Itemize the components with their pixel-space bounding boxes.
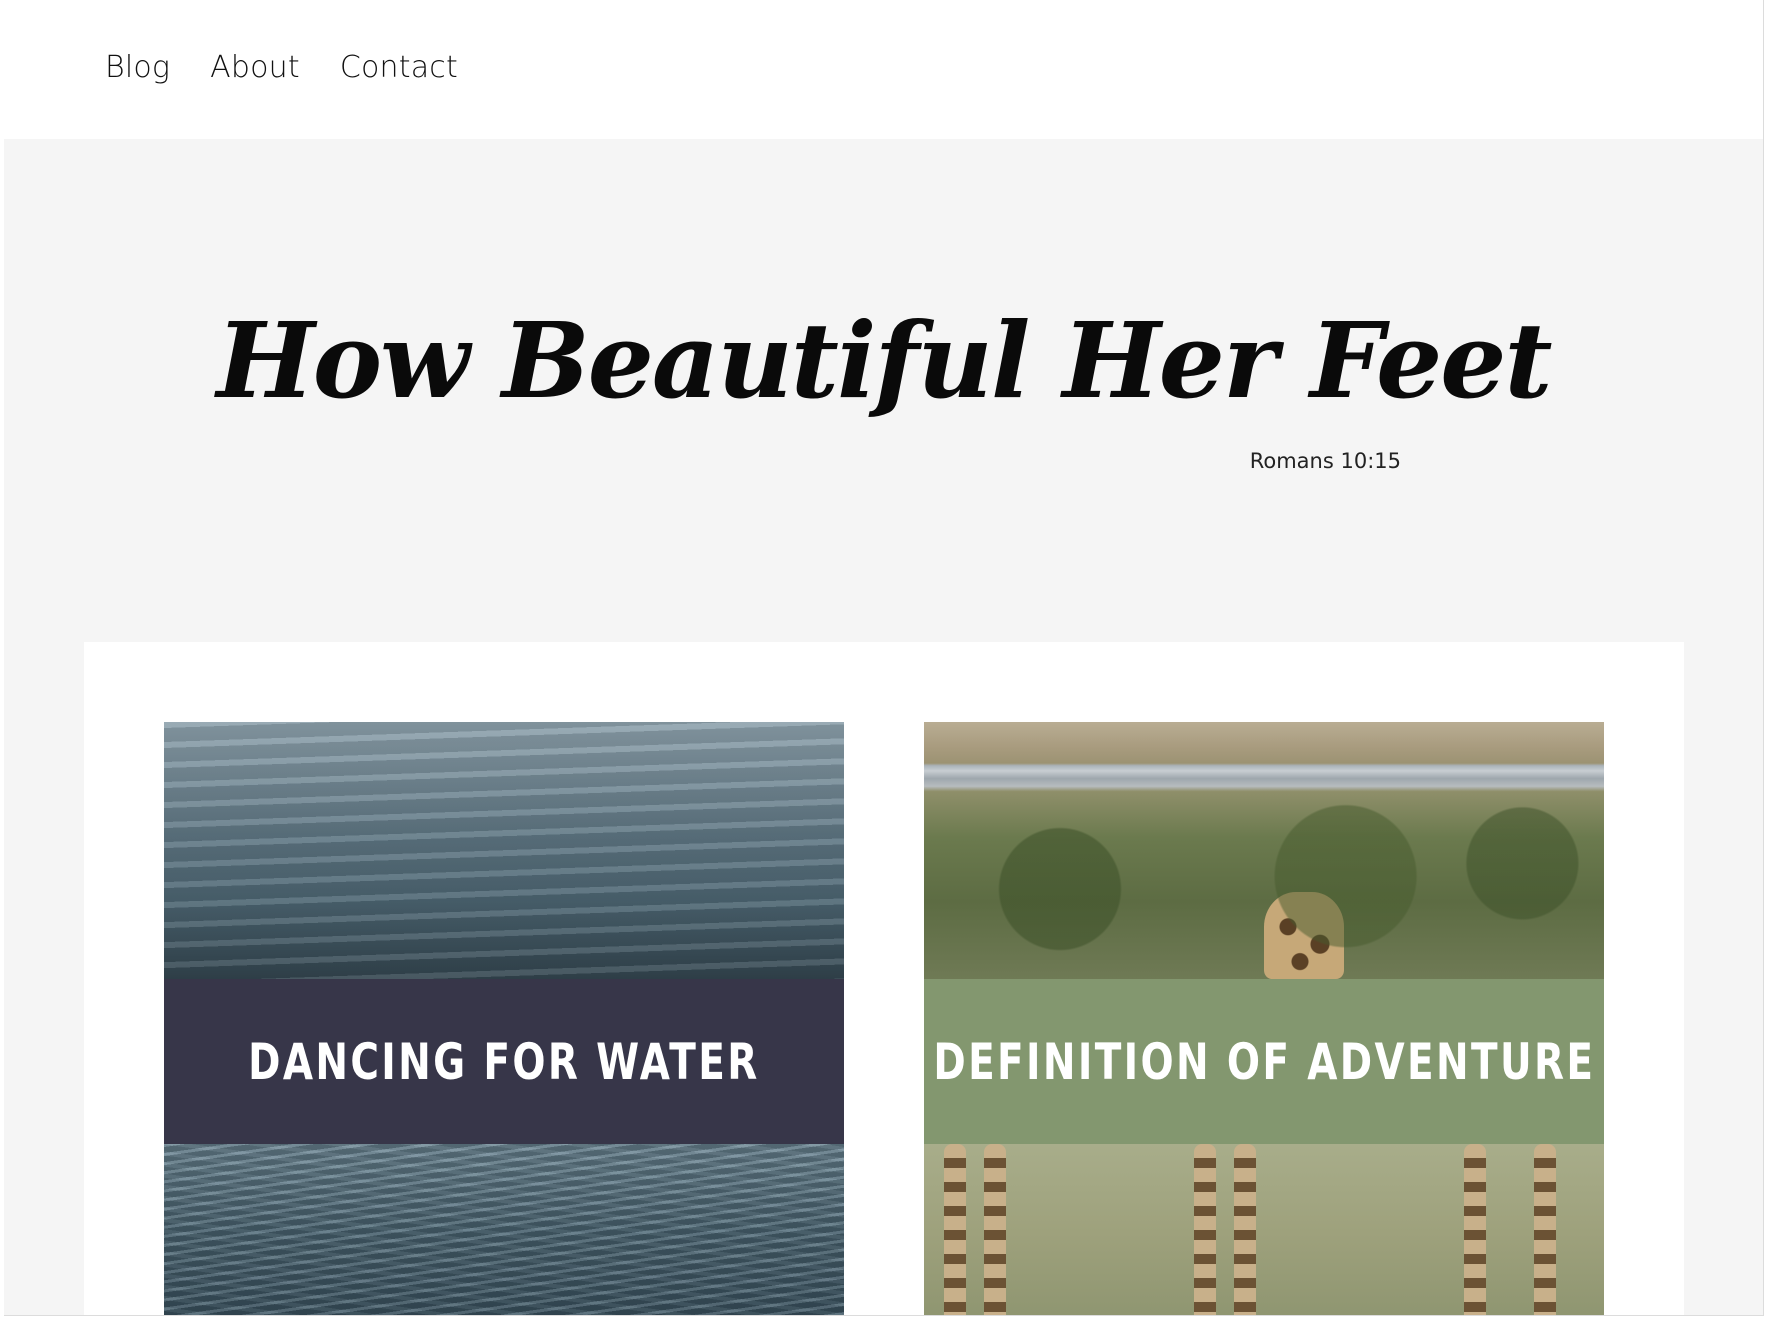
post-title[interactable]: DANCING FOR WATER bbox=[248, 1033, 759, 1091]
site-title[interactable]: How Beautiful Her Feet bbox=[4, 309, 1763, 413]
giraffe-leg-image bbox=[1534, 1144, 1556, 1315]
nav-link-about[interactable]: About bbox=[210, 50, 300, 85]
post-title-banner: DEFINITION OF ADVENTURE bbox=[924, 979, 1604, 1144]
giraffe-leg-image bbox=[944, 1144, 966, 1315]
site-header: Blog About Contact bbox=[4, 0, 1763, 139]
post-title[interactable]: DEFINITION OF ADVENTURE bbox=[933, 1033, 1595, 1091]
post-card-definition-of-adventure[interactable]: DEFINITION OF ADVENTURE bbox=[924, 722, 1604, 1315]
giraffe-leg-image bbox=[1234, 1144, 1256, 1315]
post-image-savanna-top bbox=[924, 722, 1604, 979]
site-subtitle: Romans 10:15 bbox=[1249, 449, 1401, 473]
post-image-water-top bbox=[164, 722, 844, 979]
nav-link-contact[interactable]: Contact bbox=[340, 50, 458, 85]
giraffe-leg-image bbox=[1464, 1144, 1486, 1315]
giraffe-leg-image bbox=[1194, 1144, 1216, 1315]
main-nav: Blog About Contact bbox=[105, 50, 458, 85]
post-image-savanna-bottom bbox=[924, 1144, 1604, 1315]
nav-link-blog[interactable]: Blog bbox=[105, 50, 170, 85]
browser-viewport: Blog About Contact How Beautiful Her Fee… bbox=[4, 0, 1764, 1316]
hero-section: How Beautiful Her Feet Romans 10:15 bbox=[4, 139, 1763, 642]
giraffe-image bbox=[1264, 892, 1344, 979]
blog-post-grid: DANCING FOR WATER DEFINITION OF ADVENTUR… bbox=[84, 642, 1684, 1315]
post-title-banner: DANCING FOR WATER bbox=[164, 979, 844, 1144]
post-card-dancing-for-water[interactable]: DANCING FOR WATER bbox=[164, 722, 844, 1315]
post-image-water-bottom bbox=[164, 1144, 844, 1315]
giraffe-leg-image bbox=[984, 1144, 1006, 1315]
